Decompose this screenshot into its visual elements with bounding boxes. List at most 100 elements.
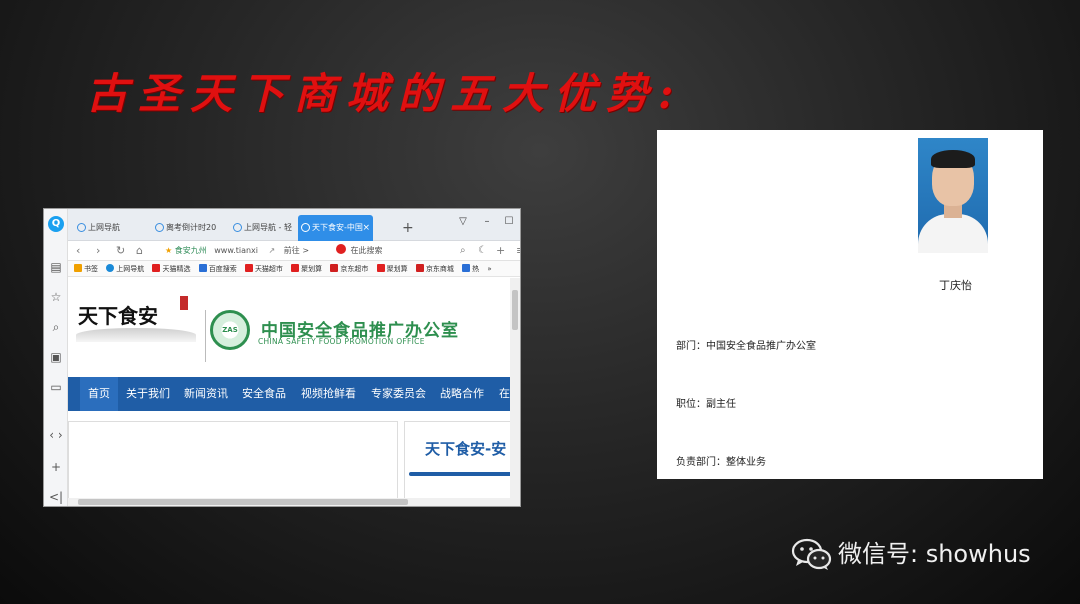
bookmark-item[interactable]: 百度搜索 xyxy=(198,261,237,276)
search-icon[interactable]: ⌕ xyxy=(48,319,64,335)
nav-news[interactable]: 新闻资讯 xyxy=(176,377,236,411)
mountain-graphic xyxy=(76,328,196,342)
site-icon xyxy=(155,223,164,232)
vertical-scrollbar[interactable] xyxy=(510,278,520,498)
forward-icon[interactable]: › xyxy=(96,244,100,258)
notes-icon[interactable]: ▣ xyxy=(48,349,64,365)
nav-about[interactable]: 关于我们 xyxy=(118,377,178,411)
bookmark-item[interactable]: 天猫超市 xyxy=(244,261,283,276)
bookmark-item[interactable]: 天猫精选 xyxy=(152,261,191,276)
reader-icon[interactable]: ▤ xyxy=(48,259,64,275)
tab-label: 天下食安-中国 xyxy=(312,223,363,232)
home-icon[interactable]: ⌂ xyxy=(136,244,143,258)
tab-close-icon[interactable]: × xyxy=(362,215,370,241)
banner-title: 天下食安-安 xyxy=(425,440,507,458)
org-name-en: CHINA SAFETY FOOD PROMOTION OFFICE xyxy=(258,337,425,346)
nav-more[interactable]: 在 xyxy=(491,377,510,411)
bookmark-label: 上网导航 xyxy=(116,265,145,273)
tab-item[interactable]: 离考倒计时20 xyxy=(152,215,227,241)
bookmark-item[interactable]: 上网导航 xyxy=(106,261,145,276)
banner-panel: 天下食安-安 xyxy=(404,421,510,498)
wechat-id: 微信号: showhus xyxy=(838,540,1031,568)
new-tab-button[interactable]: + xyxy=(402,215,414,241)
bookmark-label: 热 xyxy=(472,265,480,273)
bookmark-label: 京东超市 xyxy=(340,265,369,273)
bookmark-bar: 书签 上网导航 天猫精选 百度搜索 天猫超市 聚划算 京东超市 聚划算 京东商城… xyxy=(68,261,520,277)
person-responsibility: 负责部门：整体业务 xyxy=(676,457,766,468)
go-label[interactable]: 前往 > xyxy=(284,246,309,255)
scroll-thumb[interactable] xyxy=(512,290,518,330)
baidu-icon xyxy=(198,264,207,272)
bookmark-star-icon xyxy=(74,264,82,272)
bookmark-item[interactable]: 京东超市 xyxy=(330,261,369,276)
search-box[interactable]: 在此搜索 xyxy=(336,244,383,258)
search-placeholder: 在此搜索 xyxy=(350,246,383,255)
nav-experts[interactable]: 专家委员会 xyxy=(363,377,434,411)
browser-icon xyxy=(106,264,115,272)
bookmark-item[interactable]: 热 xyxy=(462,261,480,276)
night-mode-icon[interactable]: ☾ xyxy=(478,244,487,258)
bookmark-label: 百度搜索 xyxy=(208,265,237,273)
horizontal-scrollbar[interactable] xyxy=(68,498,520,506)
bookmark-item[interactable]: 京东商城 xyxy=(415,261,454,276)
url-field[interactable]: ★ 食安九州 www.tianxi ↗ 前往 > xyxy=(165,244,309,258)
url-text: www.tianxi xyxy=(214,246,258,255)
add-icon[interactable]: + xyxy=(496,244,505,258)
banner-underline xyxy=(409,472,510,476)
site-name: 食安九州 xyxy=(174,246,207,255)
content-panel xyxy=(68,421,398,498)
bookmark-label: 天猫精选 xyxy=(162,265,191,273)
minimize-icon[interactable]: – xyxy=(480,216,494,227)
bookmark-item[interactable]: 书签 xyxy=(74,261,98,276)
person-name: 丁庆怡 xyxy=(939,279,972,292)
bookmark-label: 天猫超市 xyxy=(254,265,283,273)
site-logo[interactable]: 天下食安 xyxy=(78,300,158,329)
globe-icon xyxy=(301,223,310,232)
share-icon[interactable]: ↗ xyxy=(269,246,276,255)
juhuasuan-icon xyxy=(376,264,385,272)
refresh-icon[interactable]: ↻ xyxy=(116,244,125,258)
scroll-thumb[interactable] xyxy=(78,499,408,505)
favorites-icon[interactable]: ☆ xyxy=(48,289,64,305)
nav-safe-food[interactable]: 安全食品 xyxy=(234,377,294,411)
tab-active[interactable]: 天下食安-中国 × xyxy=(298,215,373,241)
nav-partners[interactable]: 战略合作 xyxy=(432,377,492,411)
bookmark-label: 京东商城 xyxy=(425,265,454,273)
person-position: 职位：副主任 xyxy=(676,399,736,410)
site-nav: 首页 关于我们 新闻资讯 安全食品 视频抢鲜看 专家委员会 战略合作 在 xyxy=(68,377,510,411)
bookmark-label: 书签 xyxy=(84,265,98,273)
nav-home[interactable]: 首页 xyxy=(80,377,118,411)
screenshot-icon[interactable]: ▭ xyxy=(48,379,64,395)
tab-item[interactable]: 上网导航 - 轻 xyxy=(230,215,305,241)
bookmark-label: 聚划算 xyxy=(301,265,323,273)
bookmark-more-button[interactable]: » xyxy=(487,261,491,276)
browser-logo-icon: Q xyxy=(48,216,64,232)
history-nav-icon[interactable]: ‹ › xyxy=(48,427,64,443)
browser-window: Q ▤ ☆ ⌕ ▣ ▭ ‹ › + <| 上网导航 离考倒计时20 上网导航 -… xyxy=(43,208,521,507)
tab-item[interactable]: 上网导航 xyxy=(74,215,149,241)
skin-icon[interactable]: ▽ xyxy=(456,216,470,227)
star-icon[interactable]: ★ xyxy=(165,246,172,255)
header-divider xyxy=(205,310,206,362)
bookmark-item[interactable]: 聚划算 xyxy=(376,261,408,276)
profile-photo xyxy=(918,138,988,253)
back-icon[interactable]: ‹ xyxy=(76,244,80,258)
menu-icon[interactable]: ≡ xyxy=(516,244,520,258)
hot-icon xyxy=(462,264,471,272)
photo-hair xyxy=(931,150,975,168)
search-engine-icon xyxy=(336,244,346,254)
nav-video[interactable]: 视频抢鲜看 xyxy=(293,377,364,411)
wechat-icon xyxy=(791,538,832,570)
bookmark-item[interactable]: 聚划算 xyxy=(291,261,323,276)
maximize-icon[interactable]: ☐ xyxy=(502,216,516,227)
browser-side-rail: Q ▤ ☆ ⌕ ▣ ▭ ‹ › + <| xyxy=(44,209,68,506)
zoom-icon[interactable]: ⌕ xyxy=(460,244,466,258)
seal-graphic xyxy=(180,296,188,310)
tmall-icon xyxy=(244,264,253,272)
collapse-icon[interactable]: <| xyxy=(48,489,64,505)
person-department: 部门：中国安全食品推广办公室 xyxy=(676,341,816,352)
tmall-icon xyxy=(152,264,161,272)
add-icon[interactable]: + xyxy=(48,459,64,475)
jd-icon xyxy=(330,264,339,272)
address-bar: ‹ › ↻ ⌂ ★ 食安九州 www.tianxi ↗ 前往 > 在此搜索 ⌕ … xyxy=(68,241,520,261)
